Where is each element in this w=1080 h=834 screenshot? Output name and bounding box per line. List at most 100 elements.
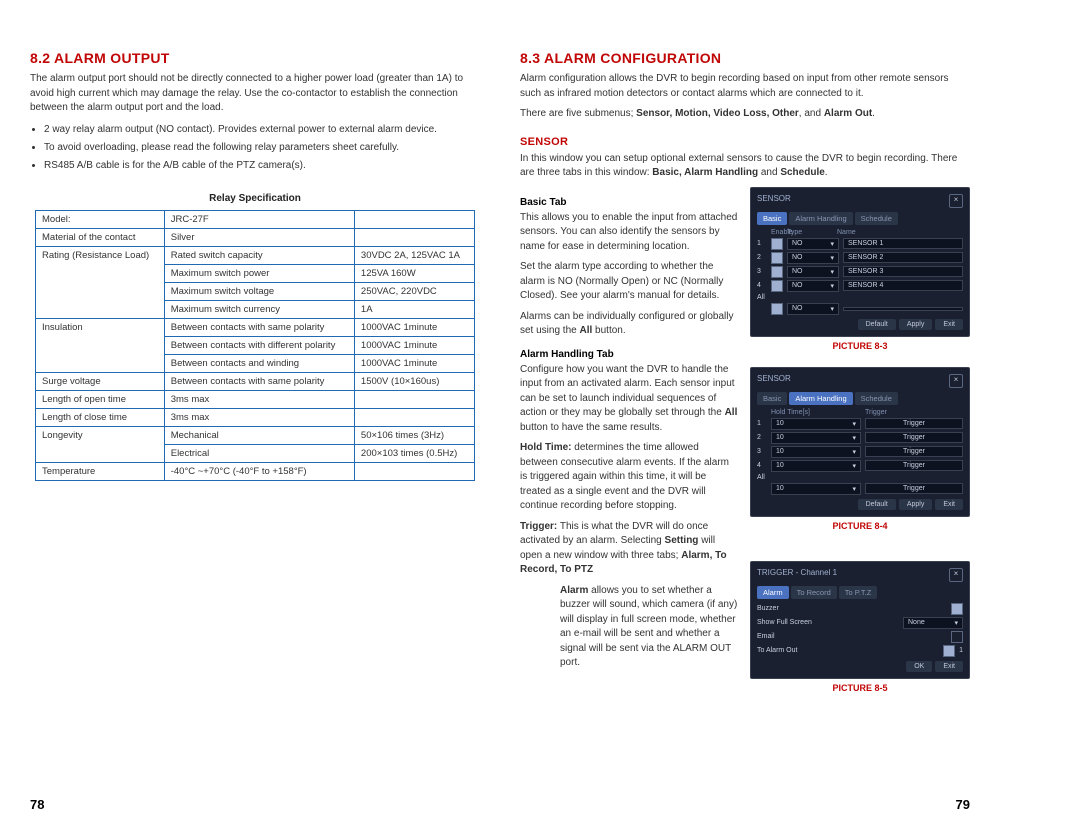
default-button[interactable]: Default: [858, 319, 896, 330]
col-enable: Enable: [771, 229, 783, 236]
fullscreen-select[interactable]: None▾: [903, 617, 963, 629]
trigger-button[interactable]: Trigger: [865, 432, 963, 443]
close-icon[interactable]: ×: [949, 194, 963, 208]
exit-button[interactable]: Exit: [935, 661, 963, 672]
tab-schedule[interactable]: Schedule: [855, 212, 898, 225]
tab-alarm[interactable]: Alarm: [757, 586, 789, 599]
tab-schedule[interactable]: Schedule: [855, 392, 898, 405]
trigger-button[interactable]: Trigger: [865, 446, 963, 457]
bullet-1: 2 way relay alarm output (NO contact). P…: [44, 122, 480, 137]
exit-button[interactable]: Exit: [935, 499, 963, 510]
cell: JRC-27F: [164, 210, 354, 228]
ok-button[interactable]: OK: [906, 661, 932, 672]
page-number-left: 78: [30, 797, 44, 812]
hold-select[interactable]: 10▾: [771, 460, 861, 472]
ah-p1: Configure how you want the DVR to handle…: [520, 363, 738, 436]
cell: Surge voltage: [36, 372, 165, 390]
picture-label-8-3: PICTURE 8-3: [750, 341, 970, 351]
tab-to-ptz[interactable]: To P.T.Z: [839, 586, 878, 599]
cell: Material of the contact: [36, 228, 165, 246]
tab-basic[interactable]: Basic: [757, 392, 787, 405]
cell: [354, 228, 474, 246]
checkbox-icon[interactable]: [771, 280, 783, 292]
picture-label-8-4: PICTURE 8-4: [750, 521, 970, 531]
tab-alarm-handling[interactable]: Alarm Handling: [789, 392, 852, 405]
cell: 30VDC 2A, 125VAC 1A: [354, 246, 474, 264]
cell: [354, 390, 474, 408]
type-select[interactable]: NO▾: [787, 280, 839, 292]
table-title: Relay Specification: [30, 193, 480, 204]
cell: Between contacts with different polarity: [164, 336, 354, 354]
cell: 3ms max: [164, 390, 354, 408]
cell: Longevity: [36, 426, 165, 462]
sensor-name[interactable]: SENSOR 2: [843, 252, 963, 263]
fullscreen-label: Show Full Screen: [757, 619, 899, 626]
cell: Model:: [36, 210, 165, 228]
cell: 1000VAC 1minute: [354, 336, 474, 354]
basic-p3: Alarms can be individually configured or…: [520, 310, 738, 339]
hold-select[interactable]: 10▾: [771, 418, 861, 430]
default-button[interactable]: Default: [858, 499, 896, 510]
cell: 1500V (10×160us): [354, 372, 474, 390]
window-title: SENSOR: [757, 374, 791, 388]
checkbox-icon[interactable]: [771, 266, 783, 278]
cell: Silver: [164, 228, 354, 246]
tab-basic[interactable]: Basic: [757, 212, 787, 225]
close-icon[interactable]: ×: [949, 374, 963, 388]
tab-alarm-handling[interactable]: Alarm Handling: [789, 212, 852, 225]
tab-to-record[interactable]: To Record: [791, 586, 837, 599]
col-trigger: Trigger: [865, 409, 911, 416]
apply-button[interactable]: Apply: [899, 499, 933, 510]
window-title: TRIGGER - Channel 1: [757, 568, 837, 582]
checkbox-icon[interactable]: [771, 303, 783, 315]
type-select[interactable]: NO▾: [787, 252, 839, 264]
trigger-button[interactable]: Trigger: [865, 483, 963, 494]
cell: Maximum switch power: [164, 264, 354, 282]
type-select[interactable]: NO▾: [787, 238, 839, 250]
checkbox-icon[interactable]: [771, 238, 783, 250]
trigger-button[interactable]: Trigger: [865, 418, 963, 429]
checkbox-icon[interactable]: [943, 645, 955, 657]
basic-p1: This allows you to enable the input from…: [520, 211, 738, 255]
col-hold: Hold Time[s]: [771, 409, 861, 416]
checkbox-icon[interactable]: [771, 252, 783, 264]
all-label: All: [757, 294, 765, 301]
cell: 125VA 160W: [354, 264, 474, 282]
sensor-heading: SENSOR: [520, 136, 970, 148]
cell: Between contacts with same polarity: [164, 318, 354, 336]
cell: -40°C ~+70°C (-40°F to +158°F): [164, 462, 354, 480]
cell: 200×103 times (0.5Hz): [354, 444, 474, 462]
sensor-name[interactable]: SENSOR 3: [843, 266, 963, 277]
hold-select[interactable]: 10▾: [771, 432, 861, 444]
cell: Electrical: [164, 444, 354, 462]
sensor-name[interactable]: [843, 307, 963, 311]
close-icon[interactable]: ×: [949, 568, 963, 582]
hold-select[interactable]: 10▾: [771, 446, 861, 458]
sensor-name[interactable]: SENSOR 1: [843, 238, 963, 249]
cell: Maximum switch currency: [164, 300, 354, 318]
cell: Insulation: [36, 318, 165, 372]
type-select[interactable]: NO▾: [787, 266, 839, 278]
page-number-right: 79: [956, 797, 970, 812]
cell: Length of open time: [36, 390, 165, 408]
type-select[interactable]: NO▾: [787, 303, 839, 315]
checkbox-icon[interactable]: [951, 631, 963, 643]
sensor-handling-screenshot: SENSOR × Basic Alarm Handling Schedule Ho…: [750, 367, 970, 517]
checkbox-icon[interactable]: [951, 603, 963, 615]
apply-button[interactable]: Apply: [899, 319, 933, 330]
trigger: Trigger: This is what the DVR will do on…: [520, 520, 738, 578]
exit-button[interactable]: Exit: [935, 319, 963, 330]
submenus-text: There are five submenus; Sensor, Motion,…: [520, 107, 970, 122]
cell: 250VAC, 220VDC: [354, 282, 474, 300]
sensor-name[interactable]: SENSOR 4: [843, 280, 963, 291]
cell: Temperature: [36, 462, 165, 480]
hold-select[interactable]: 10▾: [771, 483, 861, 495]
alarm-handling-heading: Alarm Handling Tab: [520, 349, 738, 360]
bullet-list: 2 way relay alarm output (NO contact). P…: [30, 122, 480, 173]
all-label: All: [757, 474, 765, 481]
col-type: Type: [787, 229, 833, 236]
alarm-desc: Alarm allows you to set whether a buzzer…: [560, 584, 738, 671]
relay-spec-table: Model:JRC-27F Material of the contactSil…: [35, 210, 475, 481]
trigger-button[interactable]: Trigger: [865, 460, 963, 471]
cell: 1A: [354, 300, 474, 318]
